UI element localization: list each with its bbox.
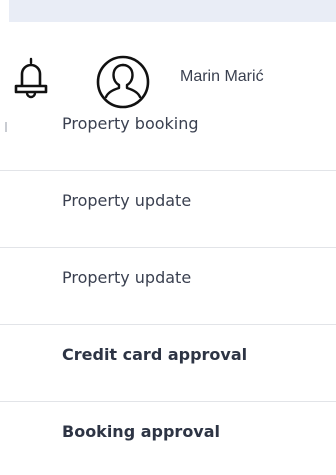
notification-item[interactable]: Booking approval [0, 402, 336, 475]
notification-item[interactable]: Property update [0, 171, 336, 248]
notification-list: Property booking Property update Propert… [0, 94, 336, 475]
top-bar [9, 0, 336, 22]
notifications-panel: Marin Marić Property booking Property up… [0, 0, 336, 475]
notification-item[interactable]: Property update [0, 248, 336, 325]
notification-label: Property update [62, 268, 192, 287]
notification-label: Property update [62, 191, 192, 210]
notification-label: Property booking [62, 114, 199, 133]
notification-label: Credit card approval [62, 345, 248, 364]
notification-label: Booking approval [62, 422, 221, 441]
notification-item[interactable]: Property booking [0, 94, 336, 171]
user-name[interactable]: Marin Marić [180, 68, 264, 86]
scroll-edge-mark [5, 122, 7, 132]
notification-item[interactable]: Credit card approval [0, 325, 336, 402]
bell-icon[interactable] [9, 55, 53, 99]
